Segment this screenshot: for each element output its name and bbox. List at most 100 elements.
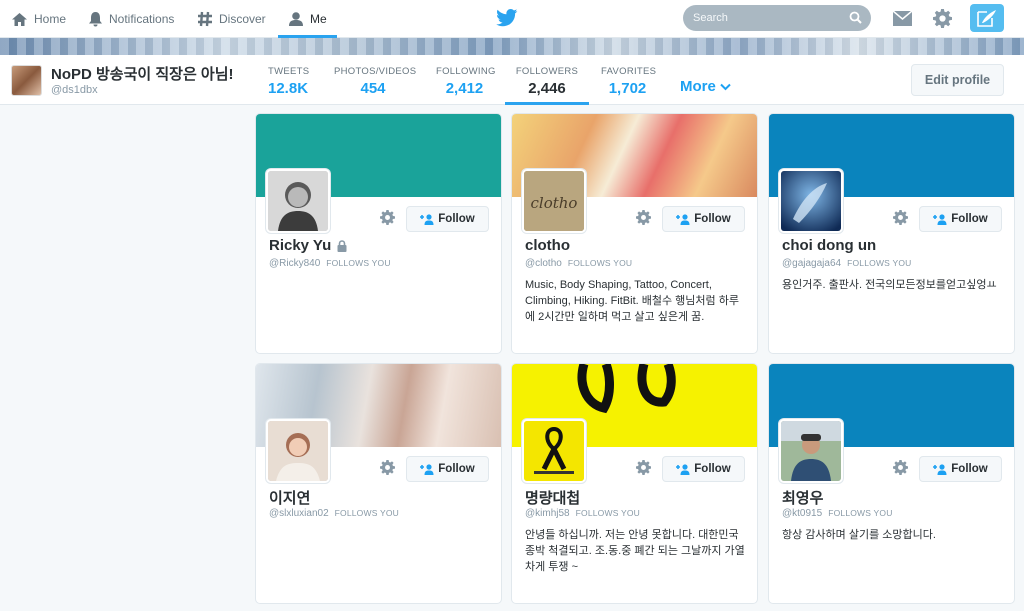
user-handle-line: @clotho FOLLOWS YOU [525, 258, 632, 269]
search-box[interactable] [683, 5, 871, 31]
follow-user-icon [933, 213, 947, 225]
user-actions-gear-icon[interactable] [380, 460, 395, 475]
user-handle[interactable]: @kimhj58 [525, 508, 570, 519]
stat-following[interactable]: FOLLOWING 2,412 [436, 55, 496, 105]
edit-profile-button[interactable]: Edit profile [911, 64, 1004, 96]
avatar[interactable]: clotho [522, 169, 586, 233]
stat-following-label: FOLLOWING [436, 66, 496, 77]
profile-name[interactable]: NoPD 방송국이 직장은 아님! [51, 63, 234, 84]
follower-card[interactable]: Follow Ricky Yu @Ricky840 FOLLOWS YOU [255, 113, 502, 354]
follows-you-badge: FOLLOWS YOU [567, 258, 633, 268]
user-name[interactable]: choi dong un [782, 237, 876, 254]
direct-messages-icon[interactable] [893, 11, 912, 26]
user-bio: 안녕들 하십니까. 저는 안녕 못합니다. 대한민국 종박 척결되고. 조.동.… [525, 529, 745, 573]
user-name-text: 명량대첩 [525, 490, 581, 507]
avatar[interactable] [522, 419, 586, 483]
stat-photos-videos-label: PHOTOS/VIDEOS [334, 66, 417, 77]
stat-tweets[interactable]: TWEETS 12.8K [268, 55, 310, 105]
follow-button[interactable]: Follow [662, 206, 745, 232]
user-handle-line: @kt0915 FOLLOWS YOU [782, 508, 893, 519]
stat-tweets-label: TWEETS [268, 66, 310, 77]
user-actions-gear-icon[interactable] [893, 210, 908, 225]
follows-you-badge: FOLLOWS YOU [575, 508, 640, 518]
user-handle-line: @kimhj58 FOLLOWS YOU [525, 508, 640, 519]
home-icon [12, 12, 27, 26]
follow-button-label: Follow [694, 213, 731, 225]
compose-tweet-button[interactable] [970, 4, 1004, 32]
nav-notifications[interactable]: Notifications [88, 0, 174, 38]
follow-button[interactable]: Follow [662, 456, 745, 482]
user-handle[interactable]: @gajagaja64 [782, 258, 841, 269]
user-handle[interactable]: @kt0915 [782, 508, 822, 519]
user-bio: Music, Body Shaping, Tattoo, Concert, Cl… [525, 279, 739, 323]
more-menu[interactable]: More [680, 78, 731, 95]
user-handle[interactable]: @slxluxian02 [269, 508, 329, 519]
stat-followers-label: FOLLOWERS [515, 66, 579, 77]
user-icon [289, 12, 303, 26]
follow-user-icon [420, 213, 434, 225]
follow-user-icon [676, 213, 690, 225]
stat-favorites-label: FAVORITES [601, 66, 657, 77]
nav-home-label: Home [34, 12, 67, 26]
nav-discover[interactable]: Discover [197, 0, 266, 38]
avatar[interactable] [779, 419, 843, 483]
follow-user-icon [676, 463, 690, 475]
follows-you-badge: FOLLOWS YOU [828, 508, 893, 518]
bell-icon [89, 12, 102, 27]
follower-card[interactable]: Follow 이지연 @slxluxian02 FOLLOWS YOU [255, 363, 502, 604]
user-handle[interactable]: @Ricky840 [269, 258, 320, 269]
user-actions-gear-icon[interactable] [380, 210, 395, 225]
profile-avatar[interactable] [11, 65, 42, 96]
stat-followers[interactable]: FOLLOWERS 2,446 [505, 55, 589, 105]
compose-quill-icon [977, 10, 996, 27]
hashtag-icon [198, 11, 212, 27]
nav-discover-label: Discover [219, 12, 266, 26]
nav-me[interactable]: Me [278, 0, 337, 38]
twitter-bird-icon[interactable] [496, 9, 518, 27]
follower-card[interactable]: clotho Follow clotho @clotho FOLLOWS YOU … [511, 113, 758, 354]
more-label: More [680, 78, 716, 95]
follow-button-label: Follow [438, 213, 475, 225]
settings-gear-icon[interactable] [933, 9, 952, 28]
follows-you-badge: FOLLOWS YOU [326, 258, 391, 268]
nav-home[interactable]: Home [11, 0, 66, 38]
follower-card[interactable]: Follow 명량대첩 @kimhj58 FOLLOWS YOU 안녕들 하십니까… [511, 363, 758, 604]
stat-photos-videos[interactable]: PHOTOS/VIDEOS 454 [334, 55, 417, 105]
user-name[interactable]: 최영우 [782, 487, 823, 508]
user-name[interactable]: Ricky Yu [269, 237, 347, 254]
follows-you-badge: FOLLOWS YOU [847, 258, 912, 268]
avatar[interactable] [266, 419, 330, 483]
user-handle-line: @gajagaja64 FOLLOWS YOU [782, 258, 911, 269]
search-icon[interactable] [849, 11, 862, 24]
user-name[interactable]: 명량대첩 [525, 487, 580, 508]
avatar[interactable] [779, 169, 843, 233]
user-actions-gear-icon[interactable] [893, 460, 908, 475]
follower-card[interactable]: Follow choi dong un @gajagaja64 FOLLOWS Y… [768, 113, 1015, 354]
stat-photos-videos-value: 454 [360, 80, 386, 97]
user-bio: 항상 감사하며 살기를 소망합니다. [782, 529, 936, 541]
user-actions-gear-icon[interactable] [636, 210, 651, 225]
avatar[interactable] [266, 169, 330, 233]
follow-button-label: Follow [951, 213, 988, 225]
user-name[interactable]: 이지연 [269, 487, 310, 508]
follow-button[interactable]: Follow [919, 456, 1002, 482]
stat-favorites[interactable]: FAVORITES 1,702 [601, 55, 657, 105]
user-name[interactable]: clotho [525, 237, 570, 254]
profile-handle[interactable]: @ds1dbx [51, 84, 98, 96]
follower-card[interactable]: Follow 최영우 @kt0915 FOLLOWS YOU 항상 감사하며 살기… [768, 363, 1015, 604]
lock-icon [337, 239, 347, 252]
follows-you-badge: FOLLOWS YOU [334, 508, 400, 518]
nav-notifications-label: Notifications [109, 12, 175, 26]
stat-following-value: 2,412 [445, 80, 484, 97]
user-name-text: Ricky Yu [269, 237, 332, 254]
follow-button[interactable]: Follow [406, 206, 489, 232]
user-handle[interactable]: @clotho [525, 258, 562, 269]
follow-button[interactable]: Follow [919, 206, 1002, 232]
search-input[interactable] [693, 9, 843, 27]
follow-button-label: Follow [951, 463, 988, 475]
user-name-text: clotho [525, 237, 570, 254]
nav-me-label: Me [310, 12, 327, 26]
stat-tweets-value: 12.8K [268, 80, 309, 97]
user-actions-gear-icon[interactable] [636, 460, 651, 475]
follow-button[interactable]: Follow [406, 456, 489, 482]
